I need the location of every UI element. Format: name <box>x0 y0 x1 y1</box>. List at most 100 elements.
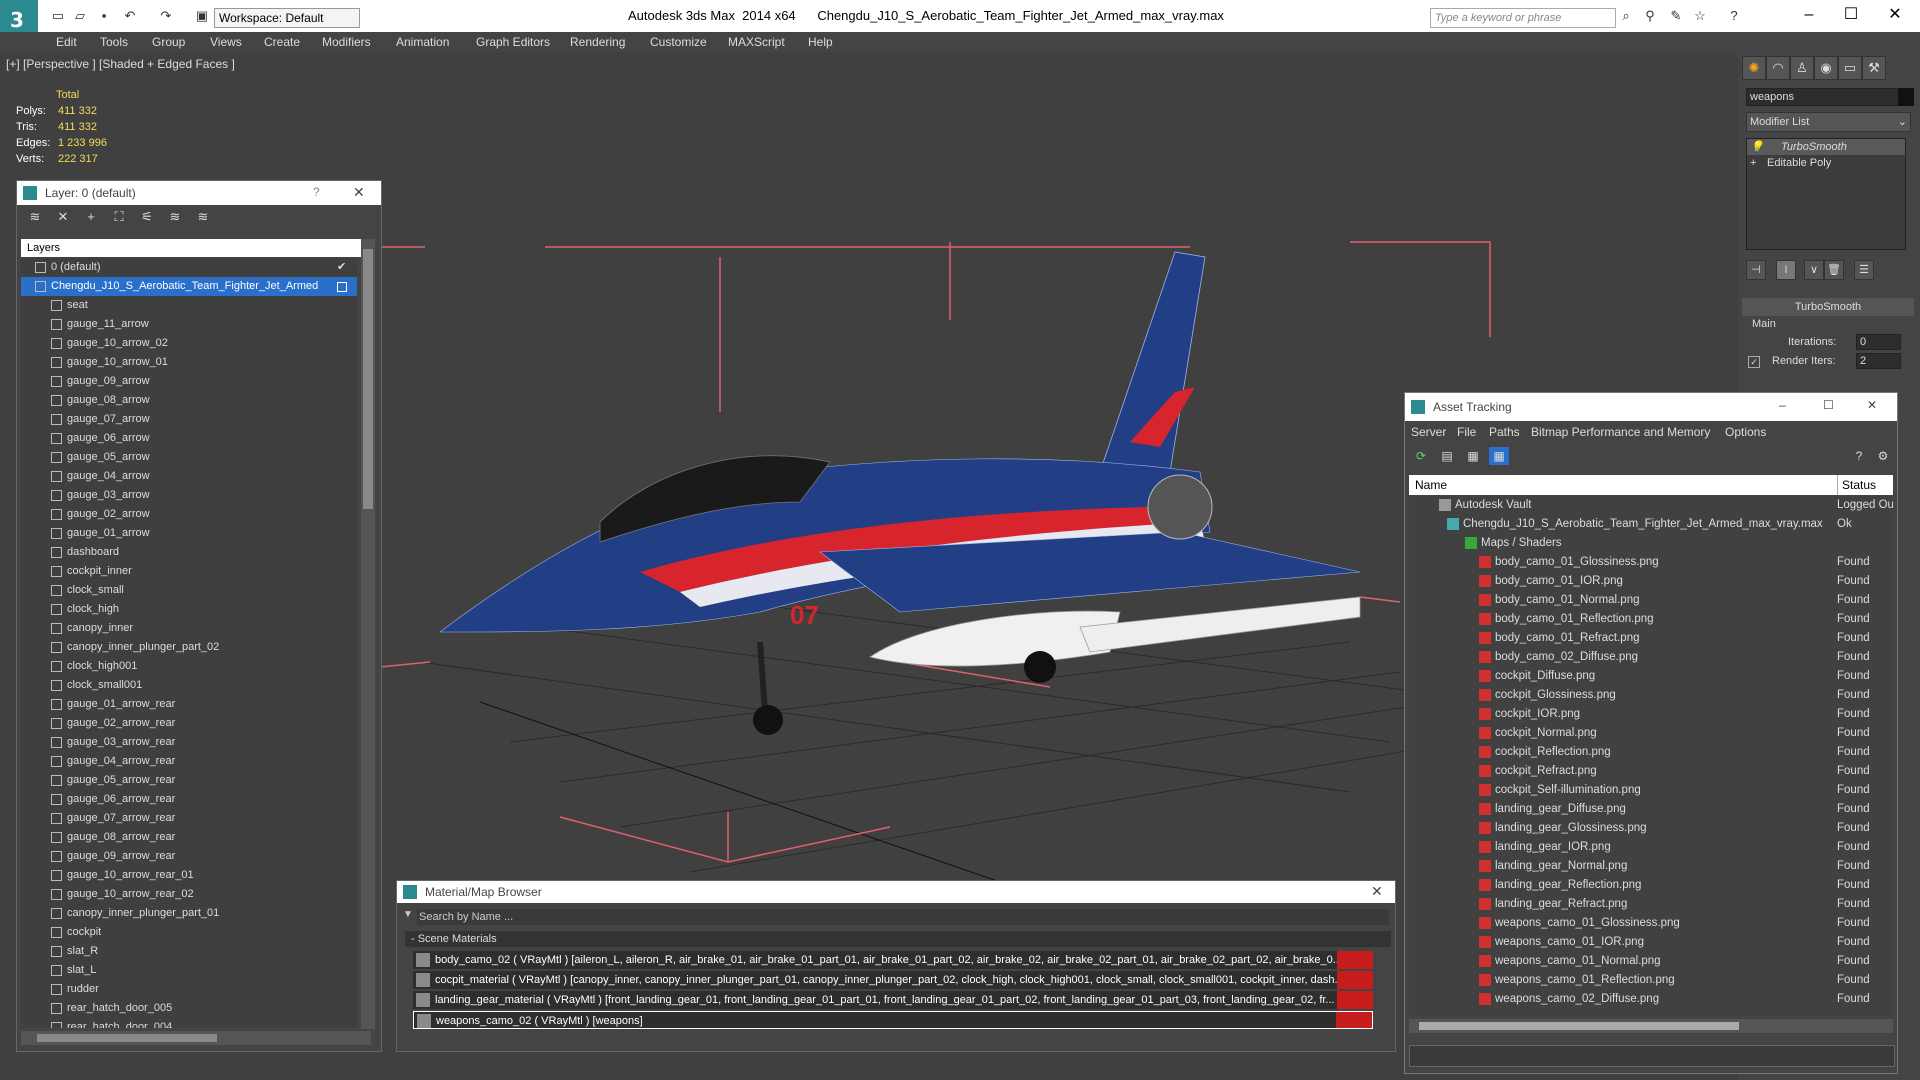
save-file-icon[interactable]: ▪ <box>96 9 112 23</box>
status-column-header[interactable]: Status <box>1837 475 1876 495</box>
highlight-layer-icon[interactable]: ⚟ <box>139 209 155 225</box>
remove-modifier-icon[interactable]: 🗑 <box>1824 260 1844 280</box>
add-to-layer-icon[interactable]: + <box>83 209 99 225</box>
list-view-icon[interactable]: ▤ <box>1437 447 1457 465</box>
modifier-stack[interactable]: 💡 TurboSmooth + Editable Poly <box>1746 138 1906 250</box>
close-button[interactable]: ✕ <box>1867 398 1877 412</box>
asset-row[interactable]: weapons_camo_01_Normal.png Found <box>1409 952 1893 971</box>
asset-row[interactable]: Autodesk Vault Logged Ou <box>1409 496 1893 515</box>
layer-row[interactable]: gauge_02_arrow <box>21 505 357 524</box>
layer-row[interactable]: gauge_04_arrow_rear <box>21 752 357 771</box>
menu-customize[interactable]: Customize <box>650 35 707 49</box>
hierarchy-tab-icon[interactable]: ♙ <box>1790 56 1814 80</box>
maximize-button[interactable]: ☐ <box>1836 4 1866 26</box>
render-iters-spinner[interactable]: 2 <box>1856 353 1901 369</box>
material-search-input[interactable]: Search by Name ... <box>417 909 1389 925</box>
menu-create[interactable]: Create <box>264 35 300 49</box>
create-layer-icon[interactable]: ≋ <box>27 209 43 225</box>
layer-row[interactable]: canopy_inner <box>21 619 357 638</box>
material-row[interactable]: cocpit_material ( VRayMtl ) [canopy_inne… <box>413 971 1373 989</box>
layer-row[interactable]: dashboard <box>21 543 357 562</box>
stack-item-editable-poly[interactable]: + Editable Poly <box>1747 155 1905 171</box>
layer-row[interactable]: gauge_09_arrow_rear <box>21 847 357 866</box>
display-tab-icon[interactable]: ▭ <box>1838 56 1862 80</box>
layer-row[interactable]: gauge_03_arrow <box>21 486 357 505</box>
redo-icon[interactable]: ↷ <box>158 9 174 23</box>
help-search-input[interactable]: Type a keyword or phrase <box>1430 8 1616 28</box>
layer-row[interactable]: rudder <box>21 980 357 999</box>
settings-icon[interactable]: ⚙ <box>1873 447 1893 465</box>
stack-item-turbosmooth[interactable]: 💡 TurboSmooth <box>1747 139 1905 155</box>
layer-row[interactable]: cockpit <box>21 923 357 942</box>
motion-tab-icon[interactable]: ◉ <box>1814 56 1838 80</box>
utilities-tab-icon[interactable]: ⚒ <box>1862 56 1886 80</box>
menu-paths[interactable]: Paths <box>1489 425 1520 439</box>
close-button[interactable]: ✕ <box>353 184 365 201</box>
layer-row[interactable]: gauge_05_arrow_rear <box>21 771 357 790</box>
refresh-icon[interactable]: ⟳ <box>1411 447 1431 465</box>
menu-file[interactable]: File <box>1457 425 1476 439</box>
menu-modifiers[interactable]: Modifiers <box>322 35 371 49</box>
object-color-swatch[interactable] <box>1898 88 1914 106</box>
set-current-layer-icon[interactable] <box>337 282 347 292</box>
asset-row[interactable]: weapons_camo_02_Diffuse.png Found <box>1409 990 1893 1009</box>
layer-row[interactable]: gauge_04_arrow <box>21 467 357 486</box>
create-tab-icon[interactable]: ✺ <box>1742 56 1766 80</box>
layer-row[interactable]: gauge_06_arrow_rear <box>21 790 357 809</box>
layer-row[interactable]: canopy_inner_plunger_part_01 <box>21 904 357 923</box>
menu-group[interactable]: Group <box>152 35 185 49</box>
layer-horizontal-scrollbar[interactable] <box>21 1031 371 1045</box>
bulb-icon[interactable]: 💡 <box>1750 139 1764 155</box>
layer-row[interactable]: gauge_10_arrow_rear_01 <box>21 866 357 885</box>
menu-maxscript[interactable]: MAXScript <box>728 35 785 49</box>
asset-row[interactable]: body_camo_01_IOR.png Found <box>1409 572 1893 591</box>
layer-row[interactable]: clock_high001 <box>21 657 357 676</box>
subscription-icon[interactable]: ⚲ <box>1642 9 1658 23</box>
workspace-dropdown[interactable]: Workspace: Default <box>214 8 360 28</box>
asset-row[interactable]: body_camo_01_Reflection.png Found <box>1409 610 1893 629</box>
help-icon[interactable]: ? <box>1849 447 1869 465</box>
object-name-field[interactable]: weapons <box>1746 88 1899 106</box>
menu-bitmap-performance[interactable]: Bitmap Performance and Memory <box>1531 425 1710 439</box>
new-file-icon[interactable]: ▭ <box>50 9 66 23</box>
material-browser-titlebar[interactable]: Material/Map Browser ✕ <box>397 881 1395 903</box>
options-dropdown-icon[interactable]: ▼ <box>403 909 413 920</box>
asset-row[interactable]: Maps / Shaders <box>1409 534 1893 553</box>
thumbnail-view-icon[interactable]: ▦ <box>1463 447 1483 465</box>
layer-row[interactable]: gauge_03_arrow_rear <box>21 733 357 752</box>
asset-row[interactable]: landing_gear_Refract.png Found <box>1409 895 1893 914</box>
layer-row[interactable]: rear_hatch_door_005 <box>21 999 357 1018</box>
modify-tab-icon[interactable]: ◠ <box>1766 56 1790 80</box>
hide-all-layers-icon[interactable]: ≋ <box>167 209 183 225</box>
layer-row[interactable]: gauge_07_arrow_rear <box>21 809 357 828</box>
minimize-button[interactable]: – <box>1794 4 1824 26</box>
close-button[interactable]: ✕ <box>1371 883 1383 900</box>
layer-row[interactable]: gauge_11_arrow <box>21 315 357 334</box>
freeze-all-layers-icon[interactable]: ≋ <box>195 209 211 225</box>
scroll-thumb[interactable] <box>1419 1022 1739 1030</box>
scene-materials-header[interactable]: - Scene Materials <box>405 931 1391 947</box>
layer-row[interactable]: gauge_01_arrow <box>21 524 357 543</box>
show-end-result-icon[interactable]: I <box>1776 260 1796 280</box>
layer-row[interactable]: gauge_10_arrow_01 <box>21 353 357 372</box>
layer-row[interactable]: clock_high <box>21 600 357 619</box>
asset-row[interactable]: cockpit_Normal.png Found <box>1409 724 1893 743</box>
layers-column-header[interactable]: Layers <box>21 239 363 257</box>
asset-row[interactable]: cockpit_Diffuse.png Found <box>1409 667 1893 686</box>
layer-row[interactable]: gauge_06_arrow <box>21 429 357 448</box>
asset-row[interactable]: body_camo_01_Normal.png Found <box>1409 591 1893 610</box>
modifier-list-dropdown[interactable]: Modifier List ⌄ <box>1746 112 1911 132</box>
help-button[interactable]: ? <box>313 185 320 199</box>
turbosmooth-rollout-header[interactable]: TurboSmooth <box>1742 298 1914 316</box>
layer-row[interactable]: cockpit_inner <box>21 562 357 581</box>
asset-row[interactable]: landing_gear_Diffuse.png Found <box>1409 800 1893 819</box>
asset-row[interactable]: cockpit_Reflection.png Found <box>1409 743 1893 762</box>
scroll-thumb[interactable] <box>363 249 373 509</box>
menu-graph-editors[interactable]: Graph Editors <box>476 35 550 49</box>
asset-row[interactable]: body_camo_01_Glossiness.png Found <box>1409 553 1893 572</box>
menu-server[interactable]: Server <box>1411 425 1446 439</box>
make-unique-icon[interactable]: ∨ <box>1804 260 1824 280</box>
layer-row[interactable]: rear_hatch_door_004 <box>21 1018 357 1028</box>
binoculars-icon[interactable]: ⌕ <box>1618 9 1634 23</box>
layer-row[interactable]: gauge_10_arrow_02 <box>21 334 357 353</box>
